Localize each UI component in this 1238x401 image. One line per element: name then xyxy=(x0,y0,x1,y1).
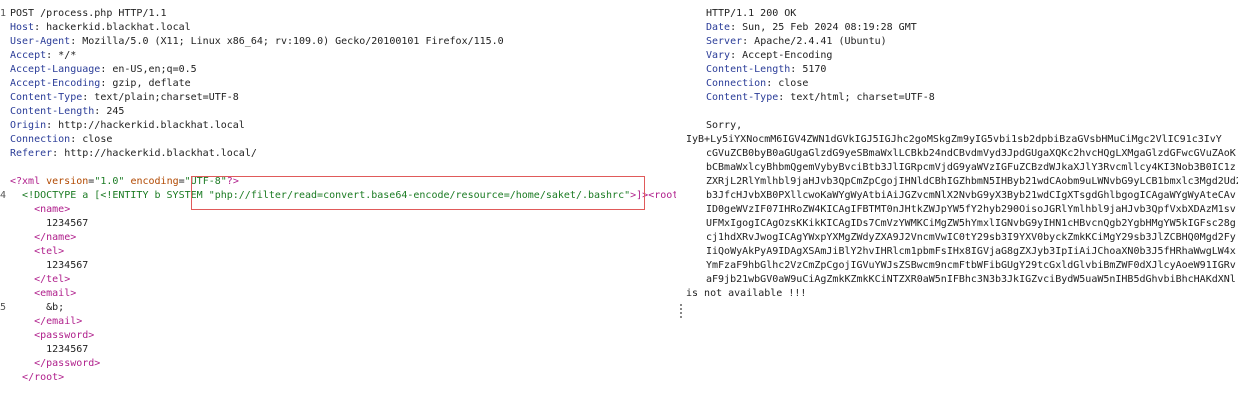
resp-header-connection: Connection: close xyxy=(706,78,809,89)
header-accept-encoding: Accept-Encoding: gzip, deflate xyxy=(10,78,191,89)
b64-line: ID0geWVzIF07IHRoZW4KICAgIFBTMT0nJHtkZWJp… xyxy=(706,204,1236,215)
email-close: </email> xyxy=(34,316,83,327)
b64-line: UFMxIgogICAgOzsKKikKICAgIDs7CmVzYWMKCiMg… xyxy=(706,218,1236,229)
resp-header-vary: Vary: Accept-Encoding xyxy=(706,50,833,61)
header-origin: Origin: http://hackerkid.blackhat.local xyxy=(10,120,245,131)
b64-line: bCBmaWxlcyBhbmQgemVybyBvciBtb3JlIGRpcmVj… xyxy=(706,162,1236,173)
pane-divider[interactable] xyxy=(676,0,686,401)
request-editor[interactable]: 1 POST /process.php HTTP/1.1 Host: hacker… xyxy=(0,0,676,401)
b64-line: cGVuZCB0byB0aGUgaGlzdG9yeSBmaWxlLCBkb24n… xyxy=(706,148,1236,159)
header-host: Host: hackerkid.blackhat.local xyxy=(10,22,191,33)
b64-line: ZXRjL2RlYmlhbl9jaHJvb3QpCmZpCgojIHNldCBh… xyxy=(706,176,1238,187)
email-open: <email> xyxy=(34,288,77,299)
header-referer: Referer: http://hackerkid.blackhat.local… xyxy=(10,148,257,159)
tel-value: 1234567 xyxy=(46,260,89,271)
resp-header-content-type: Content-Type: text/html; charset=UTF-8 xyxy=(706,92,935,103)
password-value: 1234567 xyxy=(46,344,89,355)
highlight-box xyxy=(191,176,645,210)
header-user-agent: User-Agent: Mozilla/5.0 (X11; Linux x86_… xyxy=(10,36,504,47)
b64-line: 10IyB+Ly5iYXNocmM6IGV4ZWN1dGVkIGJ5IGJhc2… xyxy=(686,134,1222,145)
b64-line: cj1hdXRvJwogICAgYWxpYXMgZWdyZXA9J2VncmVw… xyxy=(706,232,1236,243)
resp-body-tail: 11is not available !!! xyxy=(686,288,807,299)
password-close: </password> xyxy=(34,358,101,369)
response-viewer[interactable]: HTTP/1.1 200 OK Date: Sun, 25 Feb 2024 0… xyxy=(686,0,1238,401)
resp-header-content-length: Content-Length: 5170 xyxy=(706,64,827,75)
b64-line: aF9jb21wbGV0aW9uCiAgZmkKZmkKCiNTZXR0aW5n… xyxy=(706,274,1236,285)
status-line: HTTP/1.1 200 OK xyxy=(706,8,797,19)
name-close: </name> xyxy=(34,232,77,243)
b64-line: IiQoWyAkPyA9IDAgXSAmJiBlY2hvIHRlcm1pbmFs… xyxy=(706,246,1236,257)
header-accept: Accept: */* xyxy=(10,50,77,61)
root-close: </root> xyxy=(22,372,65,383)
header-content-length: Content-Length: 245 xyxy=(10,106,125,117)
name-value: 1234567 xyxy=(46,218,89,229)
email-value: 5 &b; xyxy=(0,302,65,313)
password-open: <password> xyxy=(34,330,95,341)
resp-body-sorry: Sorry, xyxy=(706,120,743,131)
request-line: 1 POST /process.php HTTP/1.1 xyxy=(0,8,167,19)
b64-line: YmFzaF9hbGlhc2VzCmZpCgojIGVuYWJsZSBwcm9n… xyxy=(706,260,1236,271)
resp-header-server: Server: Apache/2.4.41 (Ubuntu) xyxy=(706,36,887,47)
b64-line: b3JfcHJvbXB0PXllcwoKaWYgWyAtbiAiJGZvcmNl… xyxy=(706,190,1236,201)
header-connection: Connection: close xyxy=(10,134,113,145)
drag-handle-icon[interactable] xyxy=(680,304,684,318)
resp-header-date: Date: Sun, 25 Feb 2024 08:19:28 GMT xyxy=(706,22,917,33)
tel-close: </tel> xyxy=(34,274,71,285)
name-open: <name> xyxy=(34,204,71,215)
header-content-type: Content-Type: text/plain;charset=UTF-8 xyxy=(10,92,239,103)
tel-open: <tel> xyxy=(34,246,65,257)
header-accept-language: Accept-Language: en-US,en;q=0.5 xyxy=(10,64,197,75)
